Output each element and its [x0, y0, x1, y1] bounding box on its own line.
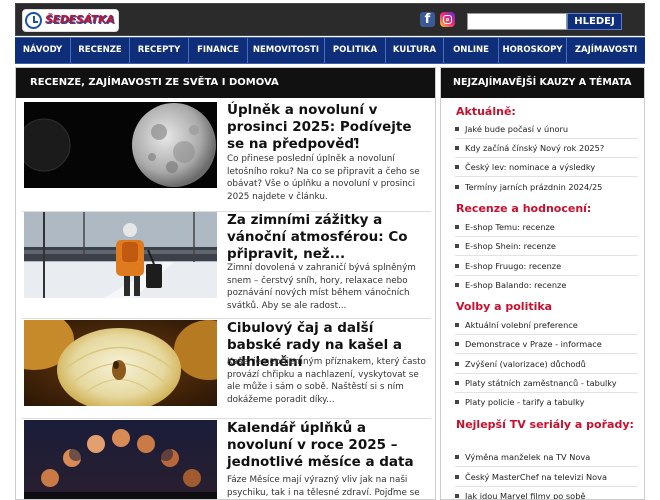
instagram-icon[interactable] — [440, 12, 455, 27]
nav-item-horoskopy[interactable]: HOROSKOPY — [499, 38, 567, 63]
article-card: Cibulový čaj a další babské rady na kaše… — [22, 320, 431, 419]
section-title-recenze: Recenze a hodnocení: — [456, 202, 592, 215]
topic-link[interactable]: Termíny jarních prázdnin 2024/25 — [455, 182, 640, 192]
topic-link[interactable]: Platy státních zaměstnanců - tabulky — [455, 378, 640, 388]
article-card: Úplněk a novoluní v prosinci 2025: Podív… — [22, 102, 431, 212]
divider — [455, 392, 638, 393]
article-image-moon[interactable] — [24, 102, 217, 188]
article-excerpt: Co přinese poslední úplněk a novoluní le… — [227, 154, 420, 202]
article-title[interactable]: Úplněk a novoluní v prosinci 2025: Podív… — [227, 102, 431, 153]
article-card: Za zimními zážitky a vánoční atmosférou:… — [22, 212, 431, 319]
divider — [455, 176, 638, 177]
section-title-aktualne: Aktuálně: — [456, 105, 516, 118]
nav-item-finance[interactable]: FINANCE — [189, 38, 248, 63]
nav-item-nemovitosti[interactable]: NEMOVITOSTI — [248, 38, 325, 63]
topic-link[interactable]: E-shop Balando: recenze — [455, 280, 640, 290]
topic-link[interactable]: Demonstrace v Praze - informace — [455, 339, 640, 349]
article-excerpt: Zimní dovolená v zahraničí bývá splněným… — [227, 263, 416, 311]
nav-item-online[interactable]: ONLINE — [444, 38, 499, 63]
article-image-onion[interactable] — [24, 320, 217, 406]
article-title[interactable]: Kalendář úplňků a novoluní v roce 2025 –… — [227, 420, 431, 471]
topic-link[interactable]: Jaké bude počasí v únoru — [455, 124, 640, 134]
main-nav: NÁVODY RECENZE RECEPTY FINANCE NEMOVITOS… — [15, 37, 645, 64]
topic-link[interactable]: E-shop Shein: recenze — [455, 241, 640, 251]
facebook-icon[interactable]: f — [420, 12, 435, 27]
divider — [455, 236, 638, 237]
nav-item-recepty[interactable]: RECEPTY — [130, 38, 189, 63]
divider — [455, 466, 638, 467]
search-button[interactable]: HLEDEJ — [567, 13, 622, 30]
divider — [455, 486, 638, 487]
topic-link[interactable]: Platy policie - tarify a tabulky — [455, 397, 640, 407]
divider — [455, 353, 638, 354]
topic-link[interactable]: Český lev: nominace a výsledky — [455, 162, 640, 172]
divider — [455, 138, 638, 139]
divider — [455, 157, 638, 158]
topic-link[interactable]: E-shop Temu: recenze — [455, 222, 640, 232]
section-title-volby: Volby a politika — [456, 300, 553, 313]
nav-item-navody[interactable]: NÁVODY — [15, 38, 71, 63]
topic-link[interactable]: Český MasterChef na televizi Nova — [455, 472, 640, 482]
topic-link[interactable]: Kdy začíná čínský Nový rok 2025? — [455, 143, 640, 153]
topics-column: NEJZAJÍMAVĚJŠÍ KAUZY A TÉMATA Aktuálně: … — [440, 67, 645, 500]
site-logo[interactable]: ŠEDESÁTKA — [22, 9, 119, 32]
nav-item-politika[interactable]: POLITIKA — [325, 38, 386, 63]
topics-heading: NEJZAJÍMAVĚJŠÍ KAUZY A TÉMATA — [441, 68, 644, 98]
topic-link[interactable]: Aktuální volební preference — [455, 320, 640, 330]
article-image-winter-travel[interactable] — [24, 212, 217, 298]
nav-item-zajimavosti[interactable]: ZAJÍMAVOSTI — [567, 38, 645, 63]
articles-heading: RECENZE, ZAJÍMAVOSTI ZE SVĚTA I DOMOVA — [16, 68, 435, 98]
divider — [455, 255, 638, 256]
article-title[interactable]: Za zimními zážitky a vánoční atmosférou:… — [227, 212, 431, 263]
search-input[interactable] — [467, 13, 567, 30]
topic-link[interactable]: E-shop Fruugo: recenze — [455, 261, 640, 271]
article-excerpt: Kašel je nepříjemným příznakem, který ča… — [227, 357, 426, 405]
section-title-serialy: Nejlepší TV seriály a pořady: — [456, 418, 634, 431]
article-image-moon-phases[interactable] — [24, 420, 217, 499]
topic-link[interactable]: Jak jdou Marvel filmy po sobě — [455, 491, 640, 499]
topic-link[interactable]: Výměna manželek na TV Nova — [455, 452, 640, 462]
clock-icon — [25, 12, 42, 29]
nav-item-kultura[interactable]: KULTURA — [386, 38, 444, 63]
articles-column: RECENZE, ZAJÍMAVOSTI ZE SVĚTA I DOMOVA Ú… — [15, 67, 436, 500]
article-excerpt: Fáze Měsíce mají výrazný vliv jak na naš… — [227, 475, 420, 498]
logo-text: ŠEDESÁTKA — [45, 13, 115, 26]
topic-link[interactable]: Zvýšení (valorizace) důchodů — [455, 359, 640, 369]
divider — [455, 334, 638, 335]
divider — [455, 275, 638, 276]
nav-item-recenze[interactable]: RECENZE — [71, 38, 130, 63]
top-bar: ŠEDESÁTKA f HLEDEJ — [15, 3, 645, 36]
divider — [455, 373, 638, 374]
article-card: Kalendář úplňků a novoluní v roce 2025 –… — [22, 420, 431, 499]
